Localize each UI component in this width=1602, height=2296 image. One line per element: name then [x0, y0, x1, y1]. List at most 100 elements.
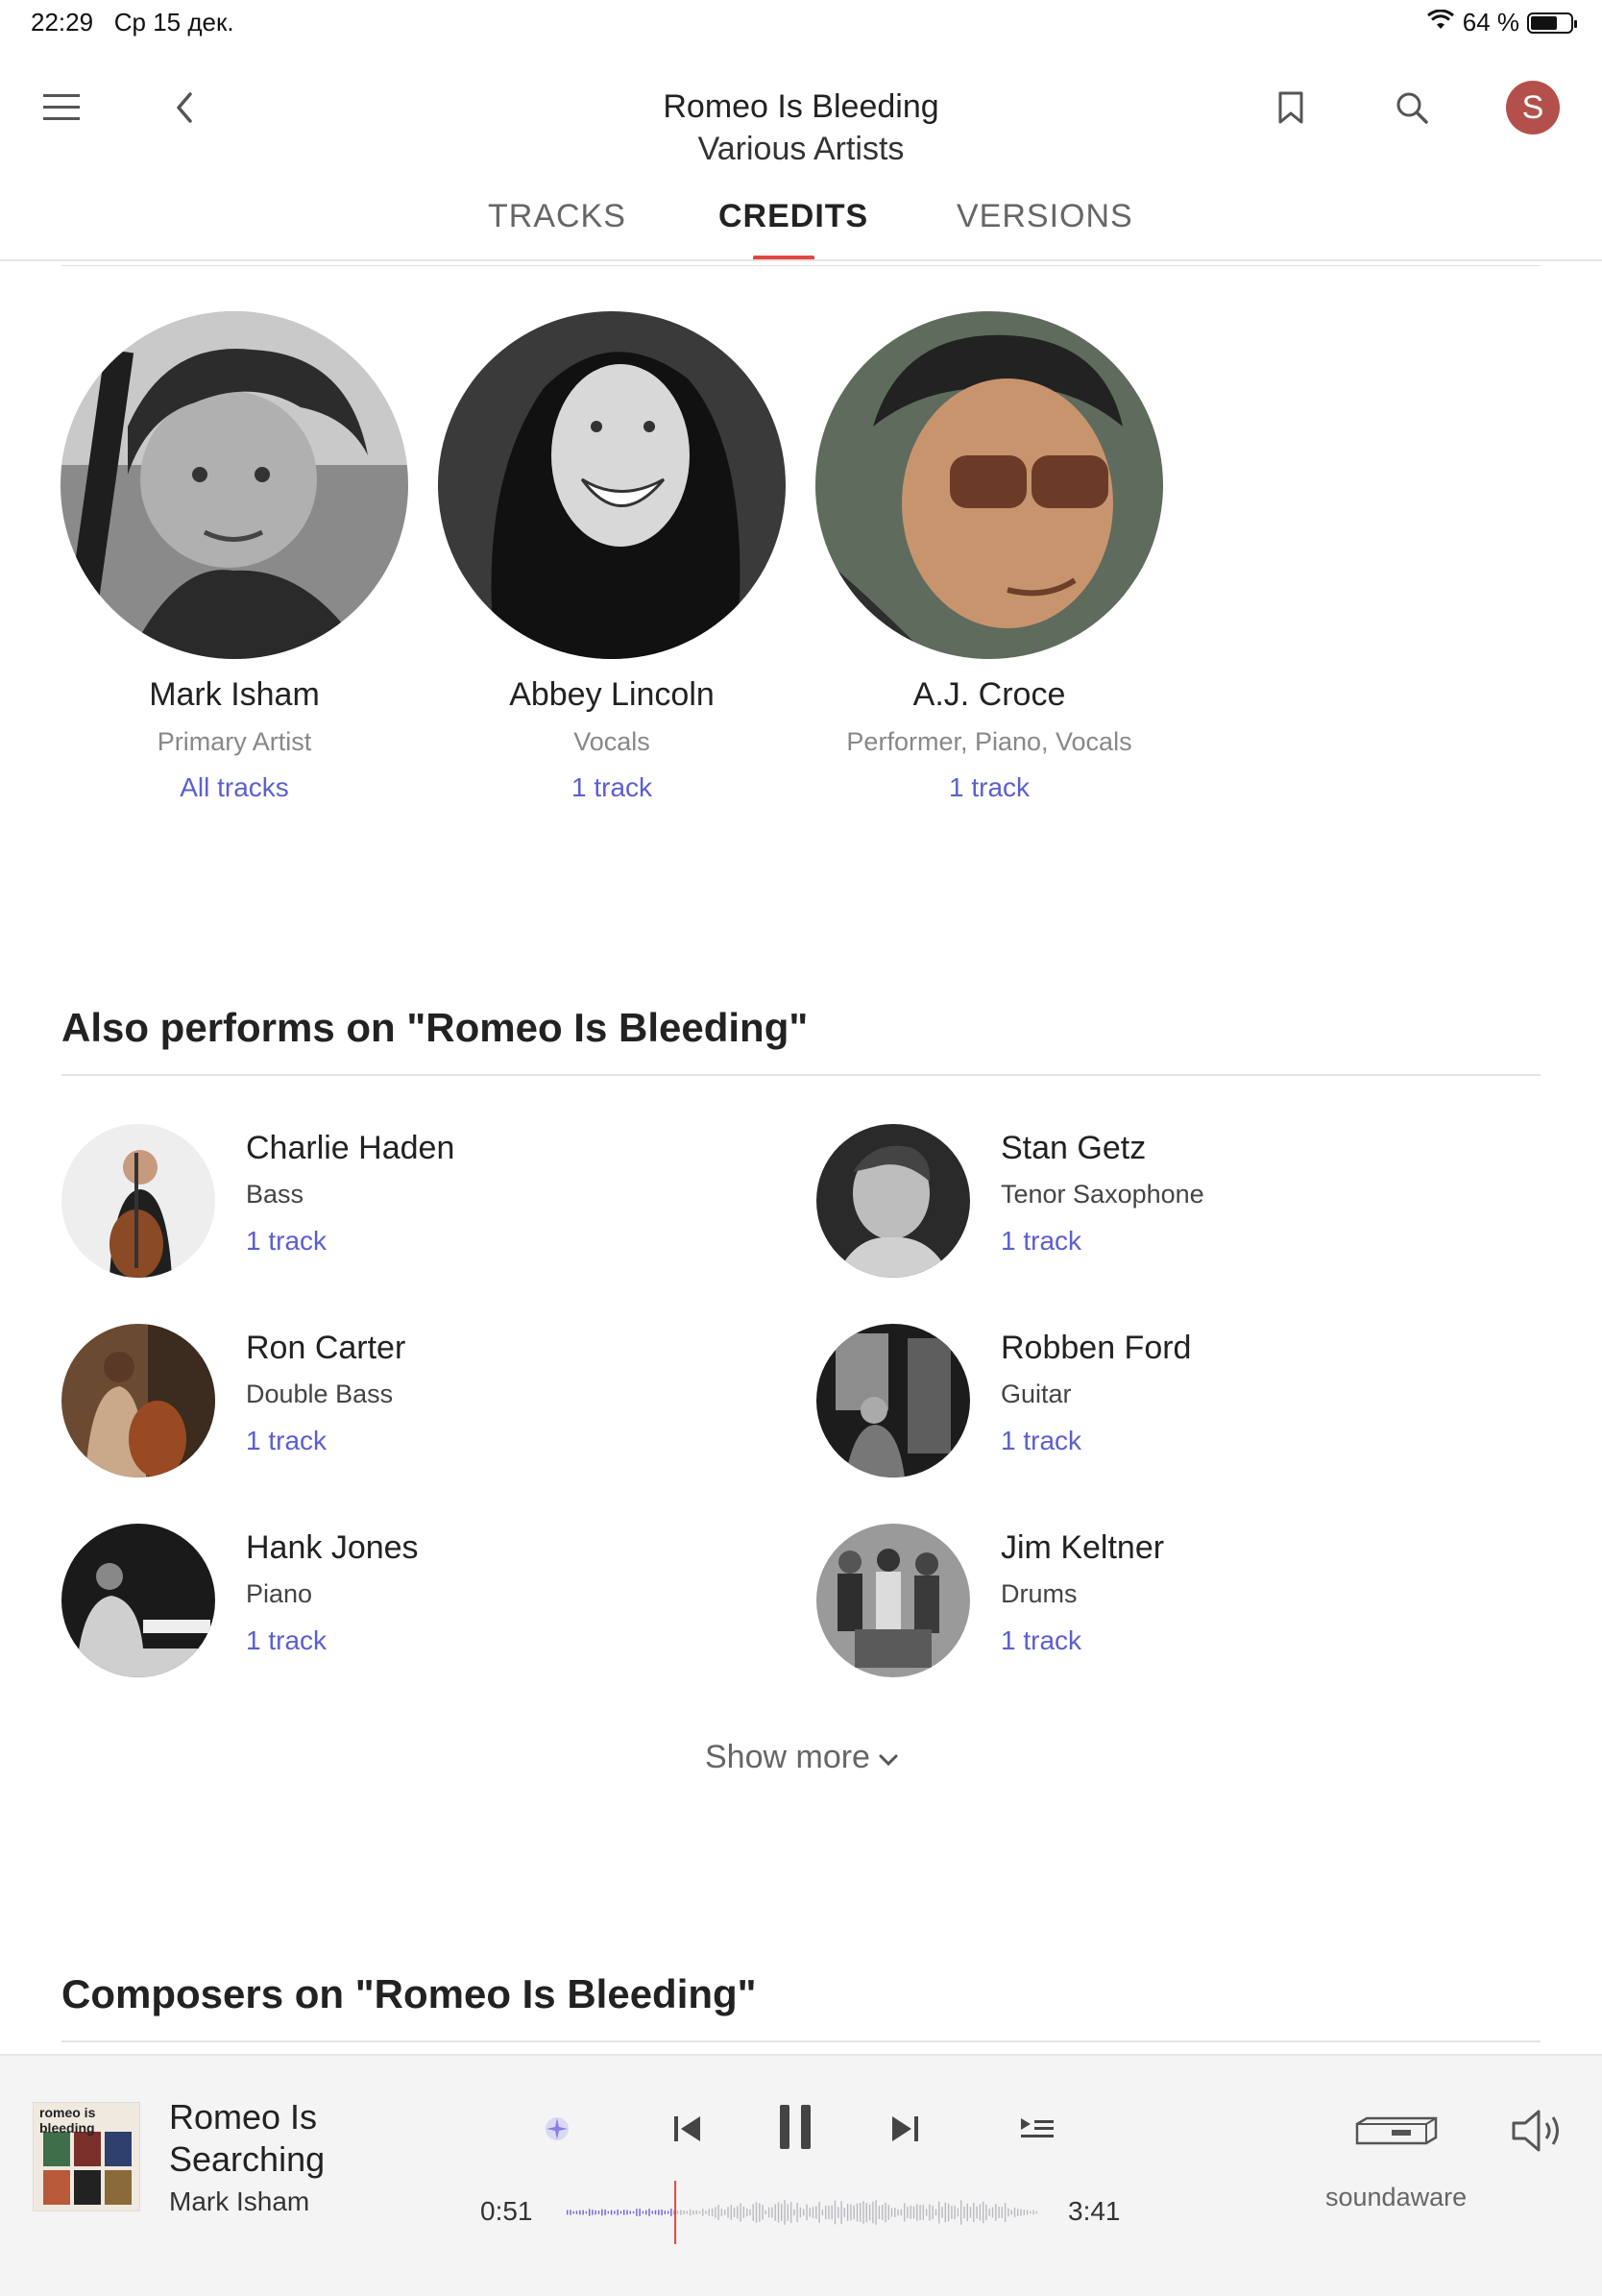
performer-name[interactable]: Charlie Haden	[246, 1130, 454, 1167]
waveform-bar	[629, 2211, 631, 2214]
performer-item[interactable]: Ron Carter Double Bass 1 track	[61, 1324, 791, 1478]
waveform-bar	[988, 2209, 990, 2216]
performer-photo[interactable]	[61, 1124, 215, 1278]
performer-tracks-link[interactable]: 1 track	[246, 1625, 327, 1656]
waveform-bar	[1001, 2207, 1003, 2218]
performer-role: Tenor Saxophone	[1001, 1180, 1204, 1209]
chevron-down-icon	[878, 1739, 899, 1776]
waveform-bar	[654, 2210, 657, 2215]
performer-tracks-link[interactable]: 1 track	[246, 1426, 327, 1456]
waveform-bar	[585, 2211, 588, 2214]
now-playing-title[interactable]: Romeo Is Searching	[169, 2096, 380, 2181]
avatar[interactable]: S	[1506, 81, 1560, 134]
artist-card[interactable]: Mark Isham Primary Artist All tracks	[42, 311, 426, 803]
waveform-bar	[715, 2207, 716, 2218]
waveform-bar	[828, 2205, 830, 2220]
performer-photo[interactable]	[816, 1524, 970, 1677]
elapsed-time: 0:51	[480, 2196, 533, 2226]
waveform-bar	[733, 2208, 736, 2217]
performer-name[interactable]: Ron Carter	[246, 1330, 405, 1367]
show-more-label: Show more	[705, 1739, 870, 1775]
waveform-bar	[803, 2209, 805, 2216]
waveform-bar	[579, 2210, 581, 2215]
waveform-bar	[720, 2209, 723, 2216]
search-icon[interactable]	[1389, 85, 1435, 131]
performer-name[interactable]: Robben Ford	[1001, 1330, 1191, 1367]
artist-card[interactable]: A.J. Croce Performer, Piano, Vocals 1 tr…	[797, 311, 1181, 803]
waveform-bar	[853, 2205, 855, 2220]
performer-photo[interactable]	[61, 1524, 215, 1677]
waveform-bar	[904, 2203, 906, 2222]
artist-photo[interactable]	[438, 311, 786, 659]
waveform-bar	[840, 2201, 842, 2224]
waveform-bar	[919, 2205, 921, 2220]
waveform-bar	[1035, 2211, 1038, 2214]
artist-name[interactable]: A.J. Croce	[797, 676, 1181, 714]
waveform-bar	[683, 2211, 685, 2214]
waveform-bar	[957, 2208, 959, 2217]
volume-icon[interactable]	[1508, 2106, 1569, 2156]
performer-item[interactable]: Charlie Haden Bass 1 track	[61, 1124, 791, 1278]
performer-name[interactable]: Stan Getz	[1001, 1130, 1146, 1167]
also-performs-title: Also performs on "Romeo Is Bleeding"	[61, 1005, 809, 1050]
next-track-icon[interactable]	[882, 2106, 928, 2152]
performer-name[interactable]: Jim Keltner	[1001, 1529, 1164, 1567]
waveform-bar	[680, 2210, 682, 2215]
pause-icon[interactable]	[768, 2098, 822, 2156]
show-more-button[interactable]: Show more	[705, 1739, 899, 1776]
performer-photo[interactable]	[816, 1324, 970, 1478]
waveform-bar	[610, 2210, 613, 2215]
now-playing-cover[interactable]: romeo is bleeding	[33, 2102, 140, 2211]
artist-photo[interactable]	[815, 311, 1163, 659]
performer-item[interactable]: Robben Ford Guitar 1 track	[816, 1324, 1546, 1478]
queue-icon[interactable]	[1014, 2106, 1060, 2152]
performer-tracks-link[interactable]: 1 track	[1001, 1226, 1081, 1257]
waveform-bar	[692, 2210, 694, 2214]
performer-tracks-link[interactable]: 1 track	[1001, 1625, 1081, 1656]
waveform-bar	[954, 2205, 956, 2220]
waveform-bar	[742, 2207, 745, 2218]
waveform-bar	[572, 2211, 574, 2214]
waveform-seekbar[interactable]	[565, 2179, 1041, 2246]
waveform-bar	[575, 2211, 578, 2214]
waveform-bar	[1017, 2209, 1019, 2216]
waveform-bar	[1032, 2210, 1034, 2215]
performer-item[interactable]: Jim Keltner Drums 1 track	[816, 1524, 1546, 1677]
waveform-bar	[689, 2209, 692, 2216]
performer-tracks-link[interactable]: 1 track	[1001, 1426, 1081, 1456]
performer-role: Double Bass	[246, 1380, 394, 1408]
artist-tracks-link[interactable]: 1 track	[420, 772, 804, 803]
waveform-bar	[991, 2207, 994, 2218]
device-icon[interactable]	[1350, 2110, 1443, 2152]
artist-photo[interactable]	[61, 311, 408, 659]
artist-card[interactable]: Abbey Lincoln Vocals 1 track	[420, 311, 804, 803]
artist-name[interactable]: Abbey Lincoln	[420, 676, 804, 714]
page-subtitle[interactable]: Various Artists	[0, 131, 1602, 168]
sparkle-icon[interactable]	[538, 2110, 576, 2148]
previous-track-icon[interactable]	[665, 2106, 711, 2152]
artist-tracks-link[interactable]: 1 track	[797, 772, 1181, 803]
now-playing-artist[interactable]: Mark Isham	[169, 2186, 309, 2217]
device-name[interactable]: soundaware	[1325, 2183, 1467, 2212]
performer-photo[interactable]	[61, 1324, 215, 1478]
playhead[interactable]	[674, 2181, 677, 2244]
waveform-bar	[730, 2205, 732, 2220]
tab-versions[interactable]: VERSIONS	[957, 198, 1133, 235]
performer-item[interactable]: Hank Jones Piano 1 track	[61, 1524, 791, 1677]
waveform-bar	[929, 2204, 931, 2221]
performer-item[interactable]: Stan Getz Tenor Saxophone 1 track	[816, 1124, 1546, 1278]
waveform-bar	[648, 2209, 650, 2216]
waveform-bar	[592, 2210, 594, 2215]
tab-credits[interactable]: CREDITS	[718, 198, 868, 235]
artist-tracks-link[interactable]: All tracks	[42, 772, 426, 803]
performer-photo[interactable]	[816, 1124, 970, 1278]
performer-tracks-link[interactable]: 1 track	[246, 1226, 327, 1257]
waveform-bar	[882, 2205, 884, 2220]
artist-name[interactable]: Mark Isham	[42, 676, 426, 714]
waveform-bar	[885, 2202, 886, 2223]
waveform-bar	[777, 2202, 780, 2223]
waveform-bar	[806, 2204, 808, 2221]
bookmark-icon[interactable]	[1268, 85, 1314, 131]
tab-tracks[interactable]: TRACKS	[488, 198, 626, 235]
performer-name[interactable]: Hank Jones	[246, 1529, 419, 1567]
